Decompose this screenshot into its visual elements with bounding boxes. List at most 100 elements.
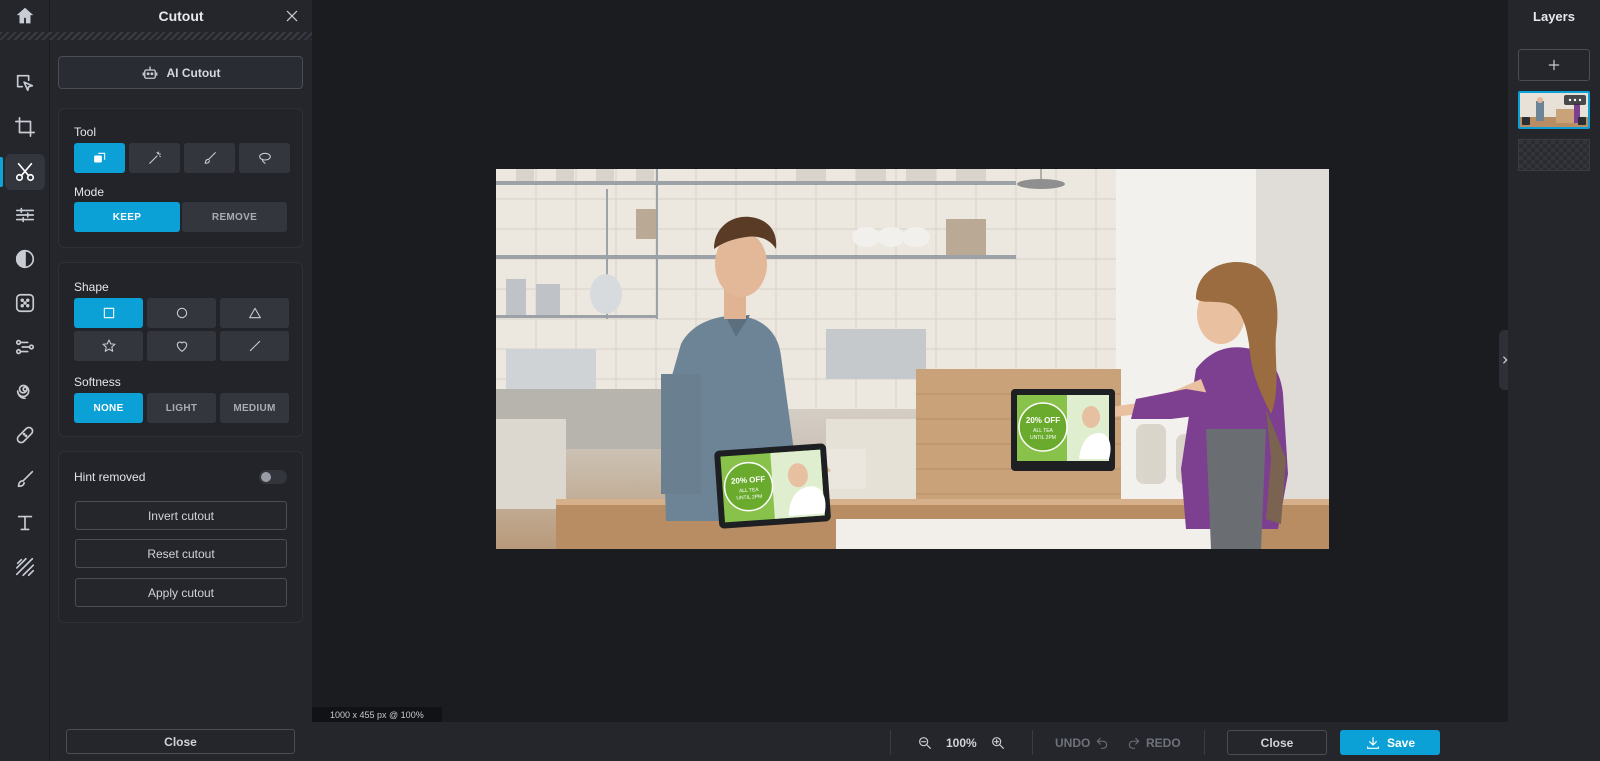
tool-magic-wand[interactable]: [129, 143, 180, 173]
tool-rail: [0, 0, 50, 761]
zoom-out-button[interactable]: [917, 730, 933, 755]
shape-heart[interactable]: [147, 331, 216, 361]
shape-label: Shape: [74, 280, 109, 294]
text-tool-button[interactable]: [5, 505, 45, 541]
zoom-in-button[interactable]: [990, 730, 1006, 755]
canvas-image[interactable]: 20% OFF ALL TEA UNTIL 2PM 20% OFF ALL TE…: [496, 169, 1329, 549]
save-label: Save: [1386, 735, 1416, 750]
select-arrow-icon: [16, 74, 34, 92]
plus-icon: [1548, 59, 1560, 71]
cutout-panel: Cutout AI Cutout Tool Mode KEEP REMOVE S…: [50, 0, 312, 761]
save-button[interactable]: Save: [1340, 730, 1440, 755]
ai-cutout-button[interactable]: AI Cutout: [58, 56, 303, 89]
spiral-icon: [16, 384, 30, 400]
tool-mode-card: Tool Mode KEEP REMOVE: [58, 108, 303, 248]
paint-tool-button[interactable]: [5, 461, 45, 497]
brush-icon: [17, 470, 34, 488]
tablet-right-line-3: UNTIL 2PM: [1030, 435, 1056, 441]
effects-tool-button[interactable]: [5, 285, 45, 321]
hint-removed-label: Hint removed: [74, 470, 146, 484]
rail-divider: [0, 32, 50, 40]
select-tool-button[interactable]: [5, 65, 45, 101]
shape-circle[interactable]: [147, 298, 216, 328]
layer-thumbnail-image[interactable]: [1518, 91, 1590, 129]
triangle-icon: [248, 307, 261, 319]
reset-cutout-button[interactable]: Reset cutout: [75, 539, 287, 568]
softness-selector: NONE LIGHT MEDIUM: [74, 393, 289, 423]
retouch-tool-button[interactable]: [5, 329, 45, 365]
zoom-in-icon: [992, 736, 1004, 749]
panel-header: Cutout: [50, 0, 312, 32]
toolbar-divider: [890, 730, 891, 755]
mode-selector: KEEP REMOVE: [74, 202, 287, 232]
hatch-icon: [15, 557, 35, 577]
eraser-icon: [93, 152, 105, 163]
layers-title: Layers: [1533, 8, 1575, 24]
toolbar-divider: [1032, 730, 1033, 755]
redo-label: REDO: [1146, 735, 1181, 750]
tablet-right-line-1: 20% OFF: [1026, 416, 1060, 425]
shape-selector-row-1: [74, 298, 289, 328]
softness-light[interactable]: LIGHT: [147, 393, 216, 423]
zoom-level: 100%: [946, 735, 977, 750]
crop-icon: [15, 117, 35, 137]
active-tool-marker: [0, 157, 3, 187]
texture-tool-button[interactable]: [5, 549, 45, 585]
scissors-icon: [15, 162, 35, 182]
heal-tool-button[interactable]: [5, 417, 45, 453]
robot-icon: [142, 65, 157, 79]
brush-icon: [204, 152, 216, 164]
shape-star[interactable]: [74, 331, 143, 361]
undo-button[interactable]: UNDO: [1055, 730, 1109, 755]
toggle-knob: [261, 472, 271, 482]
zoom-out-icon: [919, 736, 931, 749]
hint-removed-toggle[interactable]: [259, 470, 287, 484]
sliders-icon: [15, 207, 35, 223]
canvas-area[interactable]: 20% OFF ALL TEA UNTIL 2PM 20% OFF ALL TE…: [312, 0, 1508, 722]
tool-brush[interactable]: [184, 143, 235, 173]
tablet-right-line-2: ALL TEA: [1033, 428, 1053, 434]
download-icon: [1367, 736, 1379, 749]
redo-button[interactable]: REDO: [1127, 730, 1181, 755]
liquify-tool-button[interactable]: [5, 373, 45, 409]
text-icon: [17, 515, 33, 531]
softness-label: Softness: [74, 375, 121, 389]
cutout-tool-button[interactable]: [5, 154, 45, 190]
softness-medium[interactable]: MEDIUM: [220, 393, 289, 423]
circle-icon: [176, 307, 187, 319]
filter-tool-button[interactable]: [5, 241, 45, 277]
magic-wand-icon: [148, 151, 161, 164]
effects-grid-icon: [15, 293, 35, 313]
adjust-tool-button[interactable]: [5, 197, 45, 233]
shape-softness-card: Shape Softness NONE LIGHT MEDIUM: [58, 262, 303, 437]
panel-close-button[interactable]: Close: [66, 729, 295, 754]
tool-selector: [74, 143, 290, 173]
redo-icon: [1128, 737, 1140, 749]
tool-lasso[interactable]: [239, 143, 290, 173]
add-layer-button[interactable]: [1518, 49, 1590, 81]
layer-thumbnail-empty[interactable]: [1518, 139, 1590, 171]
mode-keep[interactable]: KEEP: [74, 202, 180, 232]
bandage-icon: [16, 426, 34, 444]
nodes-icon: [15, 339, 35, 355]
shape-selector-row-2: [74, 331, 289, 361]
toolbar-divider: [1204, 730, 1205, 755]
tool-shape-eraser[interactable]: [74, 143, 125, 173]
mode-remove[interactable]: REMOVE: [182, 202, 287, 232]
shape-line[interactable]: [220, 331, 289, 361]
line-icon: [249, 340, 260, 352]
invert-cutout-button[interactable]: Invert cutout: [75, 501, 287, 530]
home-button[interactable]: [0, 0, 50, 32]
apply-cutout-button[interactable]: Apply cutout: [75, 578, 287, 607]
shape-triangle[interactable]: [220, 298, 289, 328]
ai-cutout-label: AI Cutout: [166, 65, 221, 80]
tool-label: Tool: [74, 125, 97, 139]
star-icon: [101, 339, 116, 352]
shape-square[interactable]: [74, 298, 143, 328]
close-button[interactable]: Close: [1227, 730, 1327, 755]
softness-none[interactable]: NONE: [74, 393, 143, 423]
close-panel-button[interactable]: [282, 6, 302, 26]
heart-icon: [176, 341, 187, 352]
layer-thumbnail-preview: [1520, 93, 1588, 127]
crop-tool-button[interactable]: [5, 109, 45, 145]
